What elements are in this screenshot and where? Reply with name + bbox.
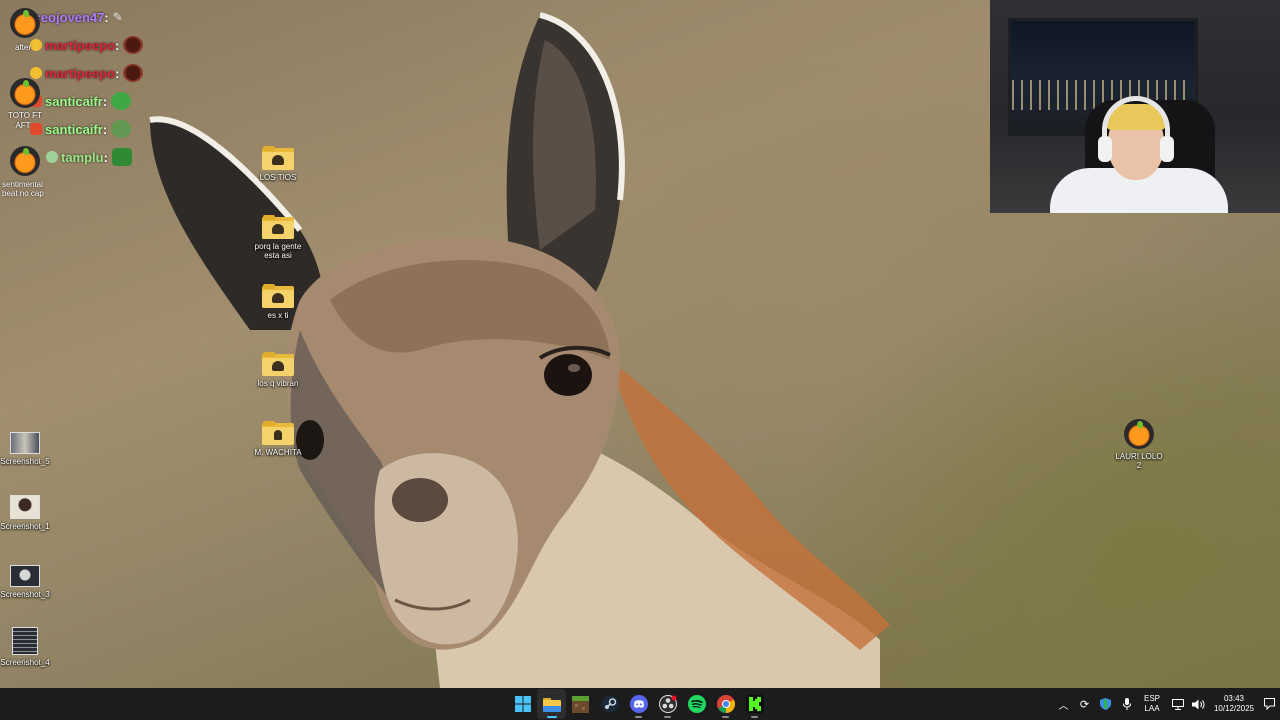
folder-label: M. WACHITA bbox=[254, 448, 302, 457]
file-label: Screenshot_1 bbox=[0, 522, 50, 531]
sync-icon: ⟳ bbox=[1079, 698, 1090, 711]
network-icon bbox=[1171, 698, 1184, 710]
skull-badge-icon bbox=[46, 151, 58, 163]
folder-porq-la-gente[interactable]: porq la gente esta asi bbox=[246, 215, 310, 260]
chat-badge-icon bbox=[30, 67, 42, 79]
taskbar: ︿ ⟳ ESP LAA 03:43 10/12/2025 bbox=[0, 688, 1280, 720]
network-tray-button[interactable] bbox=[1167, 688, 1188, 720]
taskbar-clock[interactable]: 03:43 10/12/2025 bbox=[1209, 694, 1259, 714]
chat-message: tamplu : bbox=[46, 144, 132, 170]
start-button[interactable] bbox=[508, 689, 537, 719]
pepe-emote-icon bbox=[111, 148, 132, 166]
folder-label: los q vibran bbox=[257, 379, 299, 388]
chat-message: martipeepo : bbox=[30, 60, 144, 86]
obs-button[interactable] bbox=[653, 689, 682, 719]
show-hidden-icons-button[interactable]: ︿ bbox=[1053, 688, 1074, 720]
discord-icon bbox=[629, 695, 648, 713]
folder-icon bbox=[262, 146, 294, 170]
chat-username: tamplu bbox=[61, 149, 104, 165]
folder-los-q-vibran[interactable]: los q vibran bbox=[246, 352, 310, 388]
file-label-sentimental: sentimental beat no cap bbox=[2, 180, 44, 198]
pepe-emote-icon bbox=[111, 92, 132, 110]
folder-los-tios[interactable]: LOS TIOS bbox=[246, 146, 310, 182]
spotify-icon bbox=[687, 695, 706, 713]
screenshot-5-file[interactable]: Screenshot_5 bbox=[0, 432, 57, 466]
pepe-emote-icon bbox=[111, 120, 132, 138]
folder-label: es x ti bbox=[267, 311, 289, 320]
image-thumbnail-icon bbox=[10, 432, 40, 454]
clock-date: 10/12/2025 bbox=[1213, 704, 1255, 713]
windows-start-icon bbox=[514, 696, 531, 712]
folder-icon bbox=[262, 284, 294, 308]
chevron-up-icon: ︿ bbox=[1058, 700, 1069, 712]
fl-studio-file-icon[interactable] bbox=[10, 78, 40, 108]
file-explorer-button[interactable] bbox=[537, 689, 566, 719]
system-tray: ︿ ⟳ ESP LAA 03:43 10/12/2025 bbox=[1053, 688, 1280, 720]
file-label: Screenshot_3 bbox=[0, 590, 50, 599]
folder-m-wachita[interactable]: M. WACHITA bbox=[246, 421, 310, 457]
keyboard-layout: LAA bbox=[1144, 704, 1160, 713]
folder-icon bbox=[262, 421, 294, 445]
chrome-icon bbox=[716, 695, 735, 713]
webcam-overlay bbox=[990, 0, 1280, 213]
fl-studio-file-icon[interactable] bbox=[10, 146, 40, 176]
input-language-indicator[interactable]: ESP LAA bbox=[1137, 694, 1167, 714]
file-label-aft: AFT bbox=[15, 121, 31, 130]
image-thumbnail-icon bbox=[10, 565, 40, 587]
clock-time: 03:43 bbox=[1223, 694, 1245, 703]
file-label: Screenshot_5 bbox=[0, 457, 50, 466]
file-label: LAURI LOLO 2 bbox=[1115, 452, 1163, 470]
language-code: ESP bbox=[1143, 694, 1160, 703]
chat-username: martipeepo bbox=[45, 37, 116, 53]
folder-icon bbox=[262, 215, 294, 239]
shield-icon bbox=[1100, 698, 1111, 710]
file-label-after: after bbox=[14, 43, 31, 52]
taskbar-apps bbox=[508, 688, 769, 720]
dark-face-emote-icon bbox=[123, 64, 144, 82]
image-thumbnail-icon bbox=[10, 495, 40, 519]
chrome-button[interactable] bbox=[711, 689, 740, 719]
obs-icon bbox=[658, 695, 677, 713]
chat-username: martipeepo bbox=[45, 65, 116, 81]
chat-username: santicaifr bbox=[45, 121, 103, 137]
speaker-icon bbox=[1192, 699, 1205, 709]
kick-button[interactable] bbox=[740, 689, 769, 719]
minecraft-icon bbox=[572, 695, 589, 713]
steam-icon bbox=[601, 695, 618, 713]
kick-icon bbox=[745, 695, 764, 713]
spotify-button[interactable] bbox=[682, 689, 711, 719]
notifications-button[interactable] bbox=[1259, 688, 1280, 720]
fl-studio-file-lauri-lolo[interactable]: LAURI LOLO 2 bbox=[1107, 419, 1171, 470]
screenshot-3-file[interactable]: Screenshot_3 bbox=[0, 565, 57, 599]
folder-icon bbox=[262, 352, 294, 376]
folder-label: LOS TIOS bbox=[259, 173, 297, 182]
steam-button[interactable] bbox=[595, 689, 624, 719]
microphone-tray-button[interactable] bbox=[1116, 688, 1137, 720]
security-tray-button[interactable] bbox=[1095, 688, 1116, 720]
dark-face-emote-icon bbox=[123, 36, 144, 54]
chat-username: santicaifr bbox=[45, 93, 103, 109]
folder-label: porq la gente esta asi bbox=[254, 242, 302, 260]
fl-studio-file-icon[interactable] bbox=[10, 8, 40, 38]
feather-emote-icon: ✎ bbox=[112, 10, 123, 24]
chat-message: martipeepo : bbox=[30, 32, 144, 58]
file-label-toto: TOTO FT bbox=[8, 111, 42, 120]
image-thumbnail-icon bbox=[12, 627, 38, 655]
volume-tray-button[interactable] bbox=[1188, 688, 1209, 720]
notification-icon bbox=[1264, 698, 1275, 710]
minecraft-button[interactable] bbox=[566, 689, 595, 719]
fl-studio-file-icon bbox=[1124, 419, 1154, 449]
file-label: Screenshot_4 bbox=[0, 658, 50, 667]
discord-button[interactable] bbox=[624, 689, 653, 719]
microphone-icon bbox=[1122, 698, 1131, 710]
screenshot-4-file[interactable]: Screenshot_4 bbox=[0, 627, 57, 667]
folder-es-x-ti[interactable]: es x ti bbox=[246, 284, 310, 320]
screenshot-1-file[interactable]: Screenshot_1 bbox=[0, 495, 57, 531]
sync-tray-button[interactable]: ⟳ bbox=[1074, 688, 1095, 720]
file-explorer-icon bbox=[542, 697, 561, 712]
